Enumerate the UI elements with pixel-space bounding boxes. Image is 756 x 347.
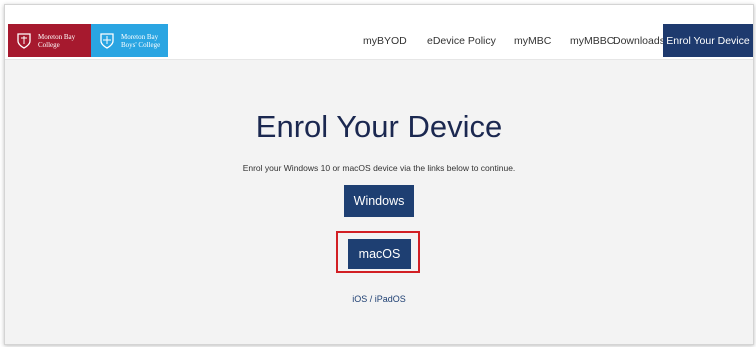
macos-button[interactable]: macOS (348, 239, 411, 269)
nav-link-downloads[interactable]: Downloads (613, 35, 665, 47)
mbc-logo[interactable]: Moreton Bay College (8, 24, 91, 57)
page-title: Enrol Your Device (255, 109, 503, 144)
mbc-logo-text: Moreton Bay College (38, 32, 76, 49)
page-subtitle: Enrol your Windows 10 or macOS device vi… (242, 163, 516, 173)
windows-button[interactable]: Windows (344, 185, 414, 217)
ios-ipados-link[interactable]: iOS / iPadOS (5, 294, 753, 304)
nav-link-mybyod[interactable]: myBYOD (363, 35, 407, 47)
mbbc-logo[interactable]: Moreton Bay Boys' College (91, 24, 168, 57)
top-navbar: Moreton Bay College Moreton Bay Boys' Co… (5, 5, 753, 60)
browser-page: Moreton Bay College Moreton Bay Boys' Co… (4, 4, 754, 345)
mbc-crest-icon (17, 33, 31, 49)
mbbc-crest-icon (100, 33, 114, 49)
nav-link-enrol-your-device[interactable]: Enrol Your Device (663, 24, 753, 57)
nav-link-mymbc[interactable]: myMBC (514, 35, 551, 47)
nav-link-mymbbc[interactable]: myMBBC (570, 35, 614, 47)
mbbc-logo-text: Moreton Bay Boys' College (121, 32, 161, 49)
nav-link-edevice-policy[interactable]: eDevice Policy (427, 35, 496, 47)
